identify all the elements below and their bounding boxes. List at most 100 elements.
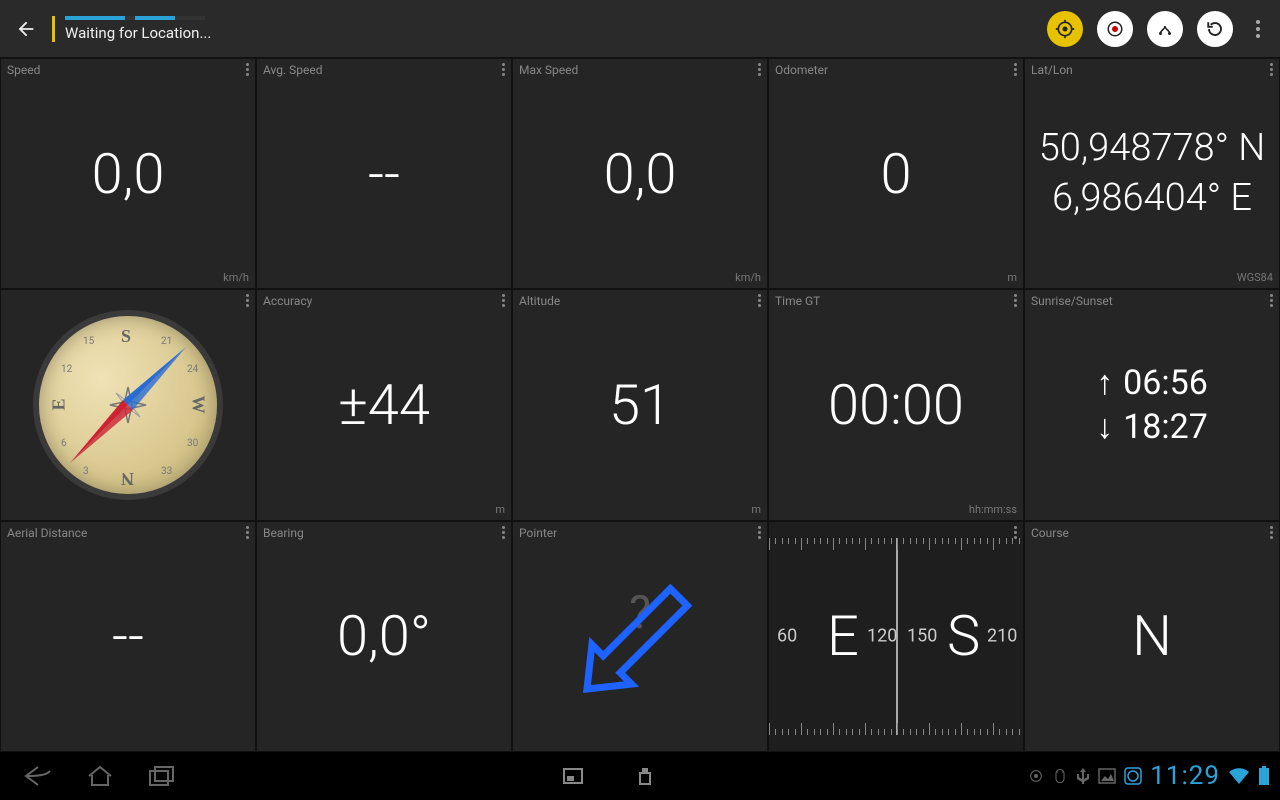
compass-face: E W N S 15 21 12 24 6 30 3 33 xyxy=(33,310,223,500)
value: -- xyxy=(257,59,511,288)
dashboard-grid: Speed 0,0 km/h Avg. Speed -- Max Speed 0… xyxy=(0,58,1280,752)
value: 0,0 xyxy=(1,59,255,288)
cell-pointer[interactable]: Pointer ? xyxy=(512,521,768,752)
label: Bearing xyxy=(263,526,304,540)
cell-menu-icon[interactable] xyxy=(1270,294,1273,307)
cell-menu-icon[interactable] xyxy=(758,294,761,307)
location-progress xyxy=(65,16,205,20)
unit: m xyxy=(751,503,761,516)
usb-tray-icon xyxy=(1076,767,1090,785)
status-tray[interactable]: 11:29 xyxy=(1028,761,1270,791)
nav-usb-icon[interactable] xyxy=(617,758,673,794)
status-text: Waiting for Location... xyxy=(65,24,211,42)
tape-210: 210 xyxy=(987,626,1017,647)
label: Altitude xyxy=(519,294,560,308)
waypoint-button[interactable] xyxy=(1147,11,1183,47)
label: Lat/Lon xyxy=(1031,63,1073,77)
overflow-menu[interactable] xyxy=(1244,20,1272,38)
cell-menu-icon[interactable] xyxy=(502,526,505,539)
cell-menu-icon[interactable] xyxy=(758,63,761,76)
nav-back-button[interactable] xyxy=(10,758,66,794)
unit: km/h xyxy=(223,271,249,284)
cell-sunrise-sunset[interactable]: Sunrise/Sunset ↑06:56 ↓18:27 xyxy=(1024,289,1280,520)
pointer-arrow-icon xyxy=(550,546,730,726)
cell-altitude[interactable]: Altitude 51 m xyxy=(512,289,768,520)
arrow-up-icon: ↑ xyxy=(1096,363,1113,403)
cell-menu-icon[interactable] xyxy=(502,63,505,76)
heading-tape: E S 60 120 150 210 xyxy=(769,522,1023,751)
unit: WGS84 xyxy=(1237,271,1273,284)
tape-120: 120 xyxy=(867,626,897,647)
cell-menu-icon[interactable] xyxy=(758,526,761,539)
cell-aerial-distance[interactable]: Aerial Distance -- xyxy=(0,521,256,752)
cell-menu-icon[interactable] xyxy=(1270,63,1273,76)
cell-compass[interactable]: E W N S 15 21 12 24 6 30 3 33 xyxy=(0,289,256,520)
cell-heading-tape[interactable]: E S 60 120 150 210 xyxy=(768,521,1024,752)
image-tray-icon xyxy=(1098,768,1116,784)
label: Max Speed xyxy=(519,63,578,77)
value: N xyxy=(1025,522,1279,751)
clock: 11:29 xyxy=(1150,761,1220,791)
unit: m xyxy=(495,503,505,516)
record-button[interactable] xyxy=(1097,11,1133,47)
arrow-down-icon: ↓ xyxy=(1096,407,1113,447)
cell-menu-icon[interactable] xyxy=(1014,294,1017,307)
battery-icon xyxy=(1258,766,1270,786)
tape-60: 60 xyxy=(777,626,797,647)
app-bar: Waiting for Location... xyxy=(0,0,1280,58)
unit: km/h xyxy=(735,271,761,284)
gps-icon xyxy=(1028,768,1044,784)
nav-recents-button[interactable] xyxy=(134,758,190,794)
sunset: 18:27 xyxy=(1123,407,1208,447)
value: 51 xyxy=(513,290,767,519)
app-tray-icon xyxy=(1124,767,1142,785)
cell-max-speed[interactable]: Max Speed 0,0 km/h xyxy=(512,58,768,289)
back-button[interactable] xyxy=(8,11,44,47)
compass-n: N xyxy=(121,468,134,489)
value: 50,948778° N 6,986404° E xyxy=(1025,59,1279,288)
value: ±44 xyxy=(257,290,511,519)
value: 0 xyxy=(769,59,1023,288)
unit: hh:mm:ss xyxy=(969,503,1017,516)
compass-e: E xyxy=(49,398,70,410)
unit: m xyxy=(1007,271,1017,284)
tape-150: 150 xyxy=(907,626,937,647)
cell-speed[interactable]: Speed 0,0 km/h xyxy=(0,58,256,289)
locate-button[interactable] xyxy=(1047,11,1083,47)
nav-home-button[interactable] xyxy=(72,758,128,794)
cell-bearing[interactable]: Bearing 0,0° xyxy=(256,521,512,752)
cell-menu-icon[interactable] xyxy=(246,294,249,307)
value: ↑06:56 ↓18:27 xyxy=(1025,290,1279,519)
compass-w: W xyxy=(188,395,209,413)
cell-course[interactable]: Course N xyxy=(1024,521,1280,752)
cell-time-gt[interactable]: Time GT 00:00 hh:mm:ss xyxy=(768,289,1024,520)
adb-icon xyxy=(1052,768,1068,784)
cell-menu-icon[interactable] xyxy=(246,526,249,539)
cell-latlon[interactable]: Lat/Lon 50,948778° N 6,986404° E WGS84 xyxy=(1024,58,1280,289)
cell-menu-icon[interactable] xyxy=(502,294,505,307)
label: Avg. Speed xyxy=(263,63,323,77)
tape-E: E xyxy=(827,603,859,669)
label: Speed xyxy=(7,63,40,77)
label: Pointer xyxy=(519,526,557,540)
label: Accuracy xyxy=(263,294,312,308)
cell-menu-icon[interactable] xyxy=(246,63,249,76)
system-navbar: 11:29 xyxy=(0,752,1280,800)
cell-accuracy[interactable]: Accuracy ±44 m xyxy=(256,289,512,520)
nav-screenshot-icon[interactable] xyxy=(545,758,601,794)
title-block: Waiting for Location... xyxy=(52,16,211,42)
cell-menu-icon[interactable] xyxy=(1270,526,1273,539)
label: Course xyxy=(1031,526,1069,540)
compass-s: S xyxy=(121,326,131,347)
cell-menu-icon[interactable] xyxy=(1014,63,1017,76)
value: -- xyxy=(1,522,255,751)
label: Odometer xyxy=(775,63,828,77)
lon: 6,986404° E xyxy=(1039,174,1266,223)
reset-button[interactable] xyxy=(1197,11,1233,47)
lat: 50,948778° N xyxy=(1039,124,1266,173)
value: 0,0 xyxy=(513,59,767,288)
value: 0,0° xyxy=(257,522,511,751)
cell-odometer[interactable]: Odometer 0 m xyxy=(768,58,1024,289)
cell-avg-speed[interactable]: Avg. Speed -- xyxy=(256,58,512,289)
label: Aerial Distance xyxy=(7,526,87,540)
